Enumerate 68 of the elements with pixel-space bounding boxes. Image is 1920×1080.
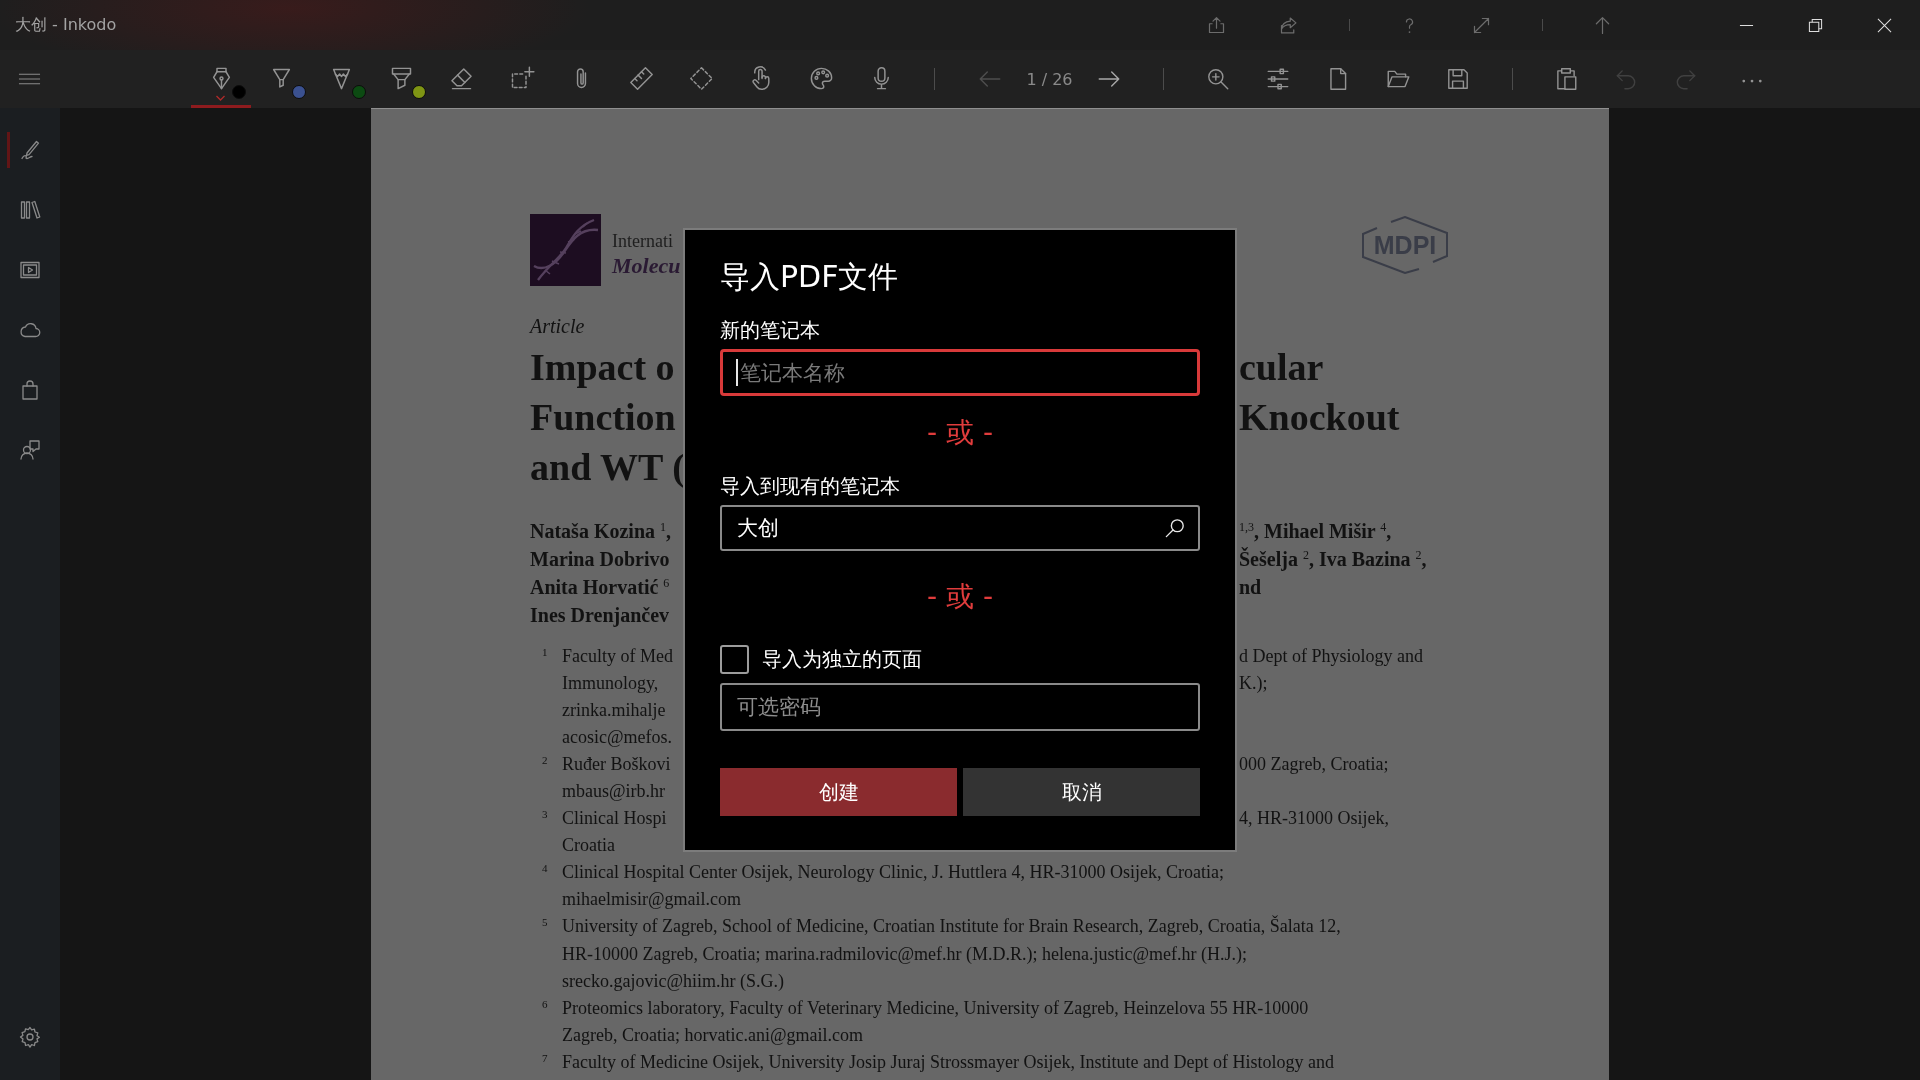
field-label: 新的笔记本 — [720, 316, 820, 344]
footnote-number: 7 — [542, 1050, 548, 1065]
create-button[interactable]: 创建 — [720, 768, 957, 816]
affiliation-text: Proteomics laboratory, Faculty of Veterinary Medicine, University of Zagreb, Heinzelova 55 HR-10000 Zagreb, Croatia; horvatic.ani@gmail.com — [562, 996, 1309, 1047]
settings-icon[interactable] — [18, 1025, 42, 1049]
footnote-number: 2 — [542, 752, 548, 767]
affiliation-text: University of Zagreb, School of Medicine, Croatian Institute for Brain Research, Zagreb, Croatia, Šalata 12, HR-10000 Zagreb, Croatia; marina.radmilovic@mef.hr (M.D.R.); helena.justic@mef.hr (H.J.); srecko.gajovic@hiim.hr (S.G.) — [562, 914, 1341, 993]
notebook-name-field[interactable]: 笔记本名称 — [720, 349, 1200, 396]
page-counter: 1 / 26 — [1026, 69, 1073, 89]
affiliation-text: Faculty of Med — [562, 645, 673, 666]
article-title: Function — [530, 396, 676, 438]
footnote-number: 5 — [542, 915, 548, 930]
affiliation-text: zrinka.mihalje — [562, 699, 666, 720]
pen-icon — [18, 138, 42, 162]
journal-name: Molecu — [612, 253, 681, 279]
author-names: Nataša Kozina $^{1}$, — [530, 520, 671, 542]
sliders-icon[interactable] — [1265, 66, 1291, 92]
affiliation-text: Croatia — [562, 835, 615, 856]
checkbox-label: 导入为独立的页面 — [762, 646, 922, 673]
affiliation-text: Ruđer Boškovi — [562, 753, 671, 774]
affiliation-text: d Dept of Physiology and — [1239, 645, 1423, 666]
affiliation-text: K.); — [1239, 672, 1268, 693]
article-title: cular — [1239, 346, 1324, 388]
or-divider: - 或 - — [927, 415, 993, 451]
author-names: Ines Drenjančev — [530, 604, 670, 626]
search-icon[interactable] — [1165, 518, 1185, 538]
footnote-number: 6 — [542, 996, 548, 1011]
journal-logo — [530, 214, 601, 286]
zoom-in-icon[interactable] — [1205, 66, 1231, 92]
article-title: and WT ( — [530, 446, 685, 488]
article-title: Knockout — [1239, 396, 1400, 438]
author-names: $^{1,3}$, Mihael Mišir $^{4}$, — [1239, 520, 1392, 542]
checkbox[interactable] — [720, 644, 749, 674]
restore-icon[interactable] — [1808, 17, 1823, 33]
notebook-search-field[interactable]: 大创 — [720, 505, 1200, 551]
footnote-number: 4 — [542, 861, 548, 876]
person-speech-icon — [18, 438, 42, 462]
affiliation-text: Clinical Hospital Center Osijek, Neurology Clinic, J. Huttlera 4, HR-31000 Osijek, Croatia; mihaelmisir@gmail.com — [562, 861, 1224, 912]
text-cursor-icon — [736, 359, 738, 386]
author-names: Marina Dobrivo — [530, 548, 670, 570]
caret-icon — [215, 95, 226, 101]
article-type: Article — [530, 314, 585, 339]
cancel-button[interactable]: 取消 — [963, 768, 1200, 816]
close-icon[interactable] — [1877, 17, 1892, 33]
affiliation-text: acosic@mefos. — [562, 726, 673, 747]
password-field[interactable]: 可选密码 — [720, 683, 1200, 731]
more-icon[interactable] — [1741, 78, 1763, 84]
affiliation-text: Faculty of Medicine Osijek, University Josip Juraj Strossmayer Osijek, Institute and Dept of Histology and — [562, 1050, 1334, 1074]
affiliation-text: 000 Zagreb, Croatia; — [1239, 753, 1389, 774]
save-icon[interactable] — [1445, 66, 1471, 92]
field-label: 导入到现有的笔记本 — [720, 473, 900, 500]
footnote-number: 3 — [542, 807, 548, 822]
dashed-diamond-icon — [687, 65, 715, 92]
journal-name: Internati — [612, 230, 673, 253]
ruler-icon — [627, 65, 655, 92]
article-title: Impact o — [530, 346, 675, 388]
books-icon — [18, 198, 42, 222]
affiliation-text: mbaus@irb.hr — [562, 780, 666, 801]
dialog-title: 导入PDF文件 — [720, 258, 899, 296]
affiliation-text: Immunology, — [562, 672, 659, 693]
footnote-number: 1 — [542, 644, 548, 659]
affiliation-text: Clinical Hospi — [562, 808, 667, 829]
window-title: 大创 - Inkodo — [15, 14, 117, 36]
author-names: Šešelja $^{2}$, Iva Bazina $^{2}$, — [1239, 548, 1427, 570]
author-names: nd — [1239, 576, 1262, 598]
or-divider: - 或 - — [927, 579, 993, 615]
affiliation-text: 4, HR-31000 Osijek, — [1239, 808, 1389, 829]
author-names: Anita Horvatić $^{6}$ — [530, 576, 670, 598]
